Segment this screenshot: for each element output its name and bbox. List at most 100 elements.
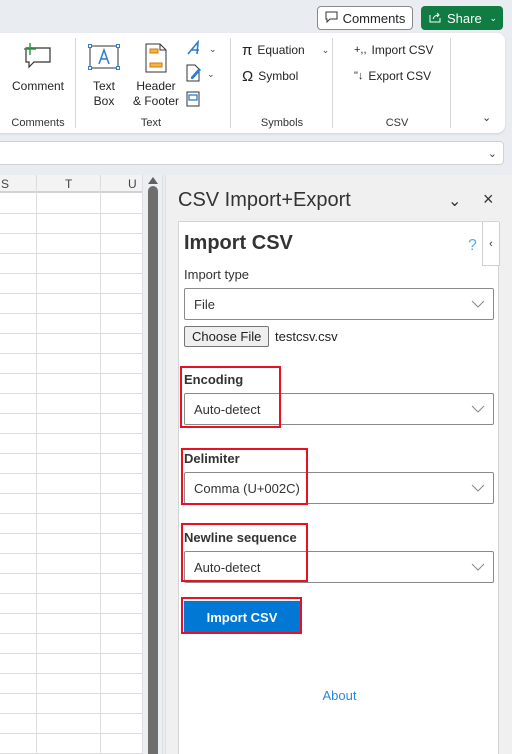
share-label: Share <box>447 10 482 26</box>
row-divider <box>0 533 142 534</box>
row-divider <box>0 493 142 494</box>
row-divider <box>0 693 142 694</box>
share-chevron-icon[interactable]: ⌄ <box>489 13 497 24</box>
pane-options-chevron-icon[interactable]: ⌄ <box>448 191 461 211</box>
equation-button[interactable]: π Equation ⌄ <box>242 40 329 60</box>
symbol-label: Symbol <box>258 69 299 83</box>
group-label-csv: CSV <box>385 117 409 129</box>
group-label-text: Text <box>140 117 162 129</box>
chevron-down-icon <box>471 484 485 492</box>
export-csv-icon: "↓ <box>354 70 364 82</box>
header-footer-label-2: & Footer <box>132 94 180 108</box>
choose-file-button[interactable]: Choose File <box>184 326 270 347</box>
import-csv-label: Import CSV <box>371 43 434 57</box>
newline-sequence-label: Newline sequence <box>184 530 297 545</box>
chevron-down-icon <box>471 563 485 571</box>
ribbon-expand-chevron-icon[interactable]: ⌄ <box>482 111 491 124</box>
comments-button[interactable]: Comments <box>317 6 413 30</box>
newline-sequence-value: Auto-detect <box>194 559 261 575</box>
object-button[interactable] <box>186 90 200 110</box>
column-divider <box>36 175 37 754</box>
comment-button-label: Comment <box>11 79 64 93</box>
row-divider <box>0 713 142 714</box>
row-divider <box>0 673 142 674</box>
encoding-value: Auto-detect <box>194 401 261 417</box>
comment-bubble-icon <box>325 11 338 26</box>
import-csv-heading: Import CSV <box>184 232 293 254</box>
comment-button[interactable]: Comment <box>10 39 66 94</box>
symbol-button[interactable]: Ω Symbol <box>242 66 298 86</box>
ribbon-export-csv-button[interactable]: "↓ Export CSV <box>354 66 431 86</box>
vertical-scrollbar[interactable] <box>142 175 163 754</box>
encoding-label: Encoding <box>184 372 244 387</box>
expand-formula-bar-icon[interactable]: ⌄ <box>488 147 497 160</box>
import-csv-icon: +,, <box>354 44 367 56</box>
newline-sequence-select[interactable]: Auto-detect <box>184 551 494 583</box>
signature-line-button[interactable]: ⌄ <box>186 64 215 84</box>
row-divider <box>0 273 142 274</box>
row-divider <box>0 213 142 214</box>
import-type-value: File <box>194 296 215 312</box>
row-divider <box>0 633 142 634</box>
column-header-u[interactable]: U <box>128 177 137 191</box>
scroll-up-arrow-icon[interactable] <box>148 177 158 184</box>
row-divider <box>0 253 142 254</box>
share-button[interactable]: Share ⌄ <box>421 6 503 30</box>
object-icon <box>186 91 200 110</box>
wordart-icon <box>186 39 204 59</box>
side-nav-toggle-chevron-left-icon[interactable]: ‹ <box>482 222 500 266</box>
row-divider <box>0 393 142 394</box>
group-label-comments: Comments <box>11 117 65 129</box>
signature-line-icon <box>186 64 202 85</box>
text-box-icon <box>88 39 120 77</box>
task-pane: CSV Import+Export ⌄ × ‹ Import CSV ? Imp… <box>165 175 512 754</box>
help-icon[interactable]: ? <box>468 237 477 255</box>
delimiter-value: Comma (U+002C) <box>194 480 300 496</box>
text-box-label-2: Box <box>93 94 115 108</box>
chevron-down-icon <box>471 405 485 413</box>
close-icon[interactable]: × <box>483 189 494 210</box>
row-divider <box>0 573 142 574</box>
formula-bar[interactable]: ⌄ <box>0 141 504 165</box>
column-header-s[interactable]: S <box>1 177 9 191</box>
delimiter-select[interactable]: Comma (U+002C) <box>184 472 494 504</box>
header-footer-label-1: Header <box>136 79 176 93</box>
import-type-select[interactable]: File <box>184 288 494 320</box>
column-headers: S T U <box>0 175 142 193</box>
header-footer-button[interactable]: Header & Footer <box>128 39 184 109</box>
row-divider <box>0 513 142 514</box>
share-icon <box>429 11 442 26</box>
row-divider <box>0 353 142 354</box>
task-pane-title: CSV Import+Export <box>178 189 351 211</box>
import-type-label: Import type <box>184 267 250 282</box>
chevron-down-icon: ⌄ <box>321 44 330 55</box>
row-divider <box>0 433 142 434</box>
chevron-down-icon: ⌄ <box>207 68 215 79</box>
group-divider <box>75 38 76 128</box>
column-divider <box>100 175 101 754</box>
row-divider <box>0 733 142 734</box>
equation-label: Equation <box>257 43 305 57</box>
header-footer-icon <box>144 39 168 77</box>
import-csv-submit-button[interactable]: Import CSV <box>184 601 300 633</box>
wordart-button[interactable]: ⌄ <box>186 39 217 59</box>
row-divider <box>0 373 142 374</box>
ribbon-import-csv-button[interactable]: +,, Import CSV <box>354 40 434 60</box>
about-link[interactable]: About <box>179 688 500 703</box>
group-divider <box>230 38 231 128</box>
encoding-select[interactable]: Auto-detect <box>184 393 494 425</box>
row-divider <box>0 293 142 294</box>
scrollbar-thumb[interactable] <box>148 186 158 754</box>
text-box-button[interactable]: Text Box <box>86 39 122 109</box>
export-csv-label: Export CSV <box>368 69 432 83</box>
group-label-symbols: Symbols <box>260 117 304 129</box>
chevron-down-icon: ⌄ <box>209 43 217 54</box>
omega-icon: Ω <box>242 67 254 85</box>
chevron-down-icon <box>471 300 485 308</box>
column-header-t[interactable]: T <box>65 177 72 191</box>
row-divider <box>0 333 142 334</box>
row-divider <box>0 473 142 474</box>
delimiter-label: Delimiter <box>184 451 240 466</box>
ribbon: Comment Comments Text Box Header & Foote… <box>0 33 505 133</box>
spreadsheet-grid[interactable]: S T U <box>0 175 142 754</box>
